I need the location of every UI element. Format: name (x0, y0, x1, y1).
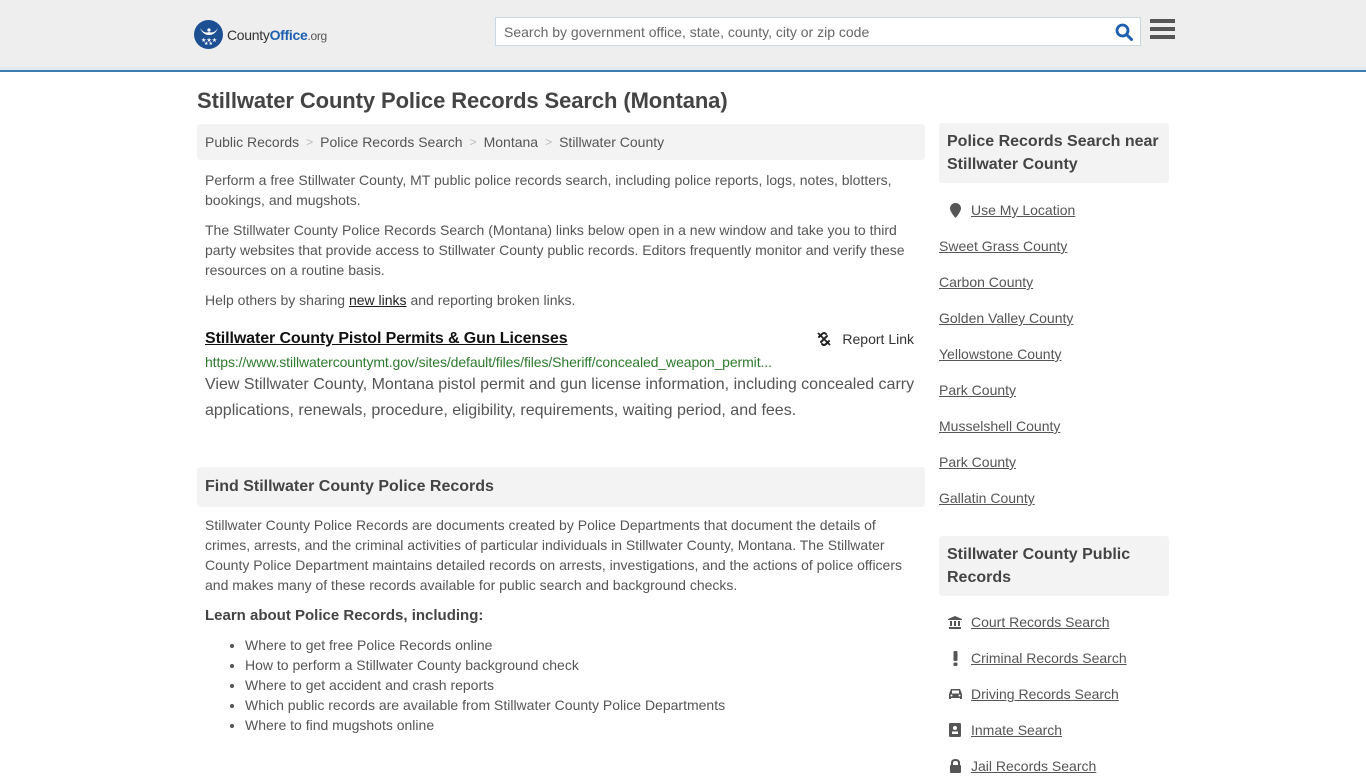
list-item: Which public records are available from … (245, 695, 725, 715)
site-logo[interactable]: ★★★ ★★ CountyOffice.org (194, 20, 327, 49)
use-my-location-item: Use My Location (947, 192, 1169, 228)
public-records-item: Criminal Records Search (947, 640, 1169, 676)
nearby-county-link[interactable]: Golden Valley County (939, 310, 1073, 326)
breadcrumb-montana[interactable]: Montana (484, 134, 538, 150)
list-item: Where to find mugshots online (245, 715, 725, 735)
broken-link-icon (817, 332, 832, 346)
public-records-list: Court Records Search Criminal Records Se… (939, 604, 1169, 784)
court-records-link[interactable]: Court Records Search (971, 614, 1110, 630)
public-records-item: Court Records Search (947, 604, 1169, 640)
nearby-county-link[interactable]: Park County (939, 454, 1016, 470)
nearby-heading: Police Records Search near Stillwater Co… (939, 123, 1169, 183)
result-description: View Stillwater County, Montana pistol p… (205, 376, 915, 419)
breadcrumb-separator: > (469, 135, 477, 149)
nearby-county-item: Park County (939, 372, 1169, 408)
breadcrumb-separator: > (545, 135, 553, 149)
nearby-county-link[interactable]: Sweet Grass County (939, 238, 1067, 254)
result-title-link[interactable]: Stillwater County Pistol Permits & Gun L… (205, 330, 568, 347)
breadcrumb-separator: > (306, 135, 314, 149)
nearby-county-item: Gallatin County (939, 480, 1169, 516)
car-icon (947, 688, 963, 700)
jail-records-link[interactable]: Jail Records Search (971, 758, 1096, 774)
breadcrumb-stillwater-county[interactable]: Stillwater County (559, 134, 664, 150)
public-records-item: Jail Records Search (947, 748, 1169, 784)
svg-text:★★: ★★ (204, 41, 213, 45)
nearby-county-link[interactable]: Musselshell County (939, 418, 1060, 434)
hamburger-menu-icon[interactable] (1150, 19, 1175, 41)
report-link-button[interactable]: Report Link (816, 331, 914, 347)
nearby-county-item: Golden Valley County (939, 300, 1169, 336)
list-item: Where to get accident and crash reports (245, 675, 725, 695)
use-my-location-link[interactable]: Use My Location (971, 202, 1075, 218)
logo-text: CountyOffice.org (227, 26, 327, 43)
nearby-county-link[interactable]: Yellowstone County (939, 346, 1061, 362)
new-links-link[interactable]: new links (349, 292, 407, 308)
intro-paragraph: The Stillwater County Police Records Sea… (205, 222, 905, 278)
intro-section: Perform a free Stillwater County, MT pub… (205, 170, 917, 320)
search-icon (1115, 23, 1133, 41)
nearby-county-link[interactable]: Park County (939, 382, 1016, 398)
inmate-search-link[interactable]: Inmate Search (971, 722, 1062, 738)
driving-records-link[interactable]: Driving Records Search (971, 686, 1119, 702)
list-item: How to perform a Stillwater County backg… (245, 655, 725, 675)
breadcrumb-public-records[interactable]: Public Records (205, 134, 299, 150)
nearby-county-item: Yellowstone County (939, 336, 1169, 372)
public-records-item: Inmate Search (947, 712, 1169, 748)
nearby-county-item: Carbon County (939, 264, 1169, 300)
lock-icon (947, 759, 963, 773)
public-records-item: Driving Records Search (947, 676, 1169, 712)
nearby-list: Use My Location Sweet Grass County Carbo… (939, 192, 1169, 516)
share-links-paragraph: Help others by sharing new links and rep… (205, 292, 576, 308)
list-item: Where to get free Police Records online (245, 635, 725, 655)
exclamation-icon (947, 650, 963, 666)
criminal-records-link[interactable]: Criminal Records Search (971, 650, 1127, 666)
find-section-body: Stillwater County Police Records are doc… (205, 517, 902, 593)
search-button[interactable] (1108, 18, 1140, 45)
result-url: https://www.stillwatercountymt.gov/sites… (205, 354, 772, 370)
nearby-county-item: Park County (939, 444, 1169, 480)
eagle-badge-icon: ★★★ ★★ (194, 20, 223, 49)
nearby-county-link[interactable]: Carbon County (939, 274, 1033, 290)
public-records-heading: Stillwater County Public Records (939, 536, 1169, 596)
breadcrumb: Public Records > Police Records Search >… (197, 124, 925, 160)
learn-list: Where to get free Police Records online … (245, 635, 725, 735)
learn-heading: Learn about Police Records, including: (205, 607, 484, 624)
search-input[interactable] (496, 18, 1108, 45)
nearby-county-item: Musselshell County (939, 408, 1169, 444)
search-bar (495, 17, 1141, 46)
find-section-heading: Find Stillwater County Police Records (197, 467, 925, 507)
map-marker-icon (947, 202, 963, 218)
breadcrumb-police-records-search[interactable]: Police Records Search (320, 134, 462, 150)
site-header: ★★★ ★★ CountyOffice.org (0, 0, 1366, 72)
page-title: Stillwater County Police Records Search … (197, 88, 728, 113)
result-item: Stillwater County Pistol Permits & Gun L… (205, 330, 917, 424)
nearby-county-item: Sweet Grass County (939, 228, 1169, 264)
sidebar: Police Records Search near Stillwater Co… (939, 123, 1169, 784)
courthouse-icon (947, 615, 963, 629)
nearby-county-link[interactable]: Gallatin County (939, 490, 1035, 506)
intro-paragraph: Perform a free Stillwater County, MT pub… (205, 172, 892, 208)
id-badge-icon (947, 723, 963, 737)
